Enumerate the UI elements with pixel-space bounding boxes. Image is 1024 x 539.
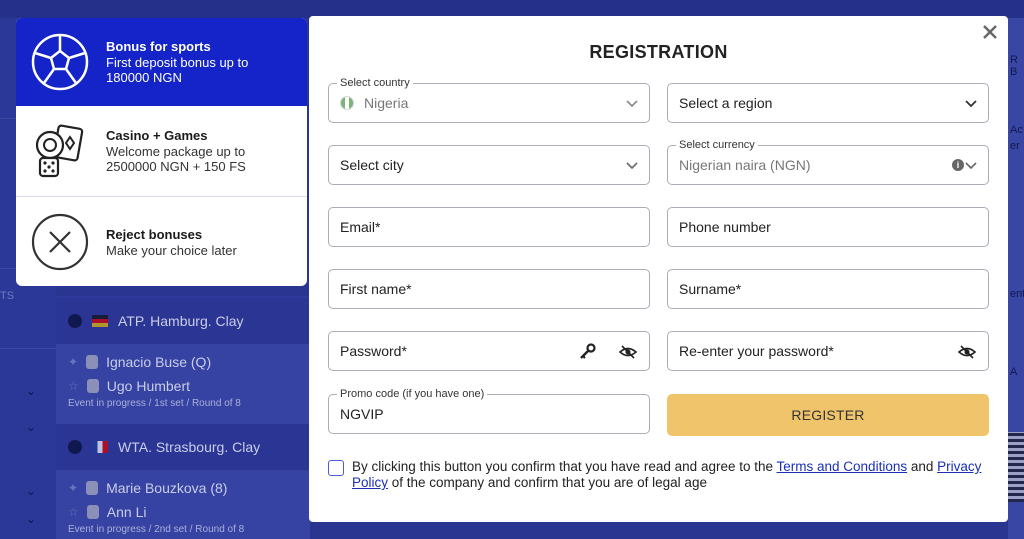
surname-field[interactable]: Surname*	[667, 269, 989, 309]
chevron-down-icon[interactable]: ⌄	[26, 512, 36, 526]
eye-hidden-icon[interactable]	[958, 344, 976, 360]
background-fragment: R B	[1010, 54, 1018, 78]
eye-hidden-icon[interactable]	[619, 344, 637, 360]
tennis-ball-icon	[68, 314, 82, 328]
key-icon[interactable]	[579, 343, 597, 361]
currency-legend: Select currency	[676, 138, 758, 152]
first-name-field[interactable]: First name*	[328, 269, 650, 309]
bonus-description: Welcome package up to	[106, 144, 246, 159]
background-fragment: A	[1010, 366, 1018, 378]
tennis-ball-icon	[68, 440, 82, 454]
city-select[interactable]: Select city	[328, 145, 650, 185]
qr-code-image	[1008, 432, 1024, 502]
currency-select[interactable]: Select currency Nigerian naira (NGN) i	[667, 138, 989, 185]
player-name: Ugo Humbert	[106, 378, 191, 394]
registration-modal: REGISTRATION Select country Nigeria Sele…	[309, 16, 1008, 522]
germany-flag-icon	[92, 315, 108, 327]
player-avatar-icon	[86, 379, 99, 393]
terms-link[interactable]: Terms and Conditions	[777, 459, 908, 474]
player-avatar-icon	[86, 505, 99, 519]
phone-placeholder: Phone number	[679, 219, 771, 235]
background-fragment: er	[1010, 140, 1020, 152]
chevron-down-icon	[626, 162, 638, 170]
casino-chips-dice-icon	[30, 121, 90, 181]
nigeria-flag-icon	[340, 96, 354, 110]
chevron-down-icon[interactable]: ⌄	[26, 484, 36, 498]
terms-agreement: By clicking this button you confirm that…	[328, 459, 996, 491]
bonus-selection-panel: Bonus for sports First deposit bonus up …	[16, 18, 307, 286]
email-placeholder: Email*	[340, 219, 381, 235]
bonus-title: Reject bonuses	[106, 226, 203, 242]
password-confirm-field[interactable]: Re-enter your password*	[667, 331, 989, 371]
league-header[interactable]: WTA. Strasbourg. Clay	[56, 424, 310, 470]
terms-text: By clicking this button you confirm that…	[328, 459, 996, 491]
bonus-description: Make your choice later	[106, 242, 237, 258]
country-legend: Select country	[337, 76, 413, 90]
password-confirm-placeholder: Re-enter your password*	[679, 343, 834, 359]
match-row[interactable]: ✦ Ignacio Buse (Q) ☆ Ugo Humbert Event in …	[56, 344, 310, 424]
star-icon[interactable]: ☆	[68, 505, 79, 519]
bonus-description: 180000 NGN	[106, 70, 182, 85]
chevron-down-icon	[965, 162, 977, 170]
first-name-placeholder: First name*	[340, 281, 412, 297]
currency-value: Nigerian naira (NGN)	[679, 157, 811, 173]
player-avatar-icon	[86, 481, 99, 495]
email-field[interactable]: Email*	[328, 207, 650, 247]
pin-icon[interactable]: ✦	[68, 481, 78, 495]
promo-value: NGVIP	[340, 406, 384, 422]
background-fragment: Ac	[1010, 124, 1023, 136]
chevron-down-icon[interactable]: ⌄	[26, 384, 36, 398]
country-value: Nigeria	[364, 95, 409, 111]
bonus-title: Casino + Games	[106, 128, 208, 143]
close-icon	[983, 25, 997, 39]
promo-legend: Promo code (if you have one)	[337, 387, 488, 401]
france-flag-icon	[92, 441, 108, 453]
bonus-description: 2500000 NGN + 150 FS	[106, 159, 246, 174]
city-placeholder: Select city	[340, 157, 404, 173]
bonus-option-reject[interactable]: Reject bonuses Make your choice later	[16, 198, 307, 286]
phone-field[interactable]: Phone number	[667, 207, 989, 247]
star-icon[interactable]: ☆	[68, 379, 79, 393]
terms-text-and: and	[907, 459, 938, 474]
password-field[interactable]: Password*	[328, 331, 650, 371]
register-button[interactable]: REGISTER	[667, 394, 989, 436]
player-name: Marie Bouzkova (8)	[106, 480, 228, 496]
match-meta: Event in progress / 1st set / Round of 8	[68, 398, 241, 409]
player-name: Ignacio Buse (Q)	[106, 354, 212, 370]
bonus-option-casino[interactable]: Casino + Games Welcome package up to 250…	[16, 106, 307, 196]
terms-checkbox[interactable]	[328, 460, 344, 476]
country-select[interactable]: Select country Nigeria	[328, 76, 650, 123]
match-meta: Event in progress / 2nd set / Round of 8	[68, 524, 245, 535]
chevron-down-icon[interactable]: ⌄	[26, 420, 36, 434]
player-name: Ann Li	[106, 504, 147, 520]
modal-title: REGISTRATION	[589, 42, 728, 62]
divider	[16, 196, 307, 197]
info-icon[interactable]: i	[952, 159, 964, 171]
player-avatar-icon	[86, 355, 99, 369]
bonus-description: First deposit bonus up to	[106, 55, 249, 70]
match-row[interactable]: ✦ Marie Bouzkova (8) ☆ Ann Li Event in pro…	[56, 470, 310, 539]
surname-placeholder: Surname*	[679, 281, 742, 297]
league-name: WTA. Strasbourg. Clay	[118, 439, 261, 455]
terms-text-before: By clicking this button you confirm that…	[352, 459, 777, 474]
league-header[interactable]: ATP. Hamburg. Clay	[56, 298, 310, 344]
promo-code-field[interactable]: Promo code (if you have one) NGVIP	[328, 387, 650, 434]
background-sports-label: TS	[0, 290, 15, 302]
terms-text-after: of the company and confirm that you are …	[388, 475, 707, 490]
soccer-ball-icon	[30, 32, 90, 92]
chevron-down-icon	[626, 100, 638, 108]
chevron-down-icon	[965, 100, 977, 108]
region-select[interactable]: Select a region	[667, 83, 989, 123]
bonus-title: Bonus for sports	[106, 39, 211, 54]
bonus-option-sports[interactable]: Bonus for sports First deposit bonus up …	[16, 18, 307, 106]
background-fragment: ent	[1010, 288, 1024, 300]
pin-icon[interactable]: ✦	[68, 355, 78, 369]
league-name: ATP. Hamburg. Clay	[118, 313, 244, 329]
reject-x-icon	[30, 212, 90, 272]
region-placeholder: Select a region	[679, 95, 773, 111]
close-button[interactable]	[980, 22, 1000, 42]
